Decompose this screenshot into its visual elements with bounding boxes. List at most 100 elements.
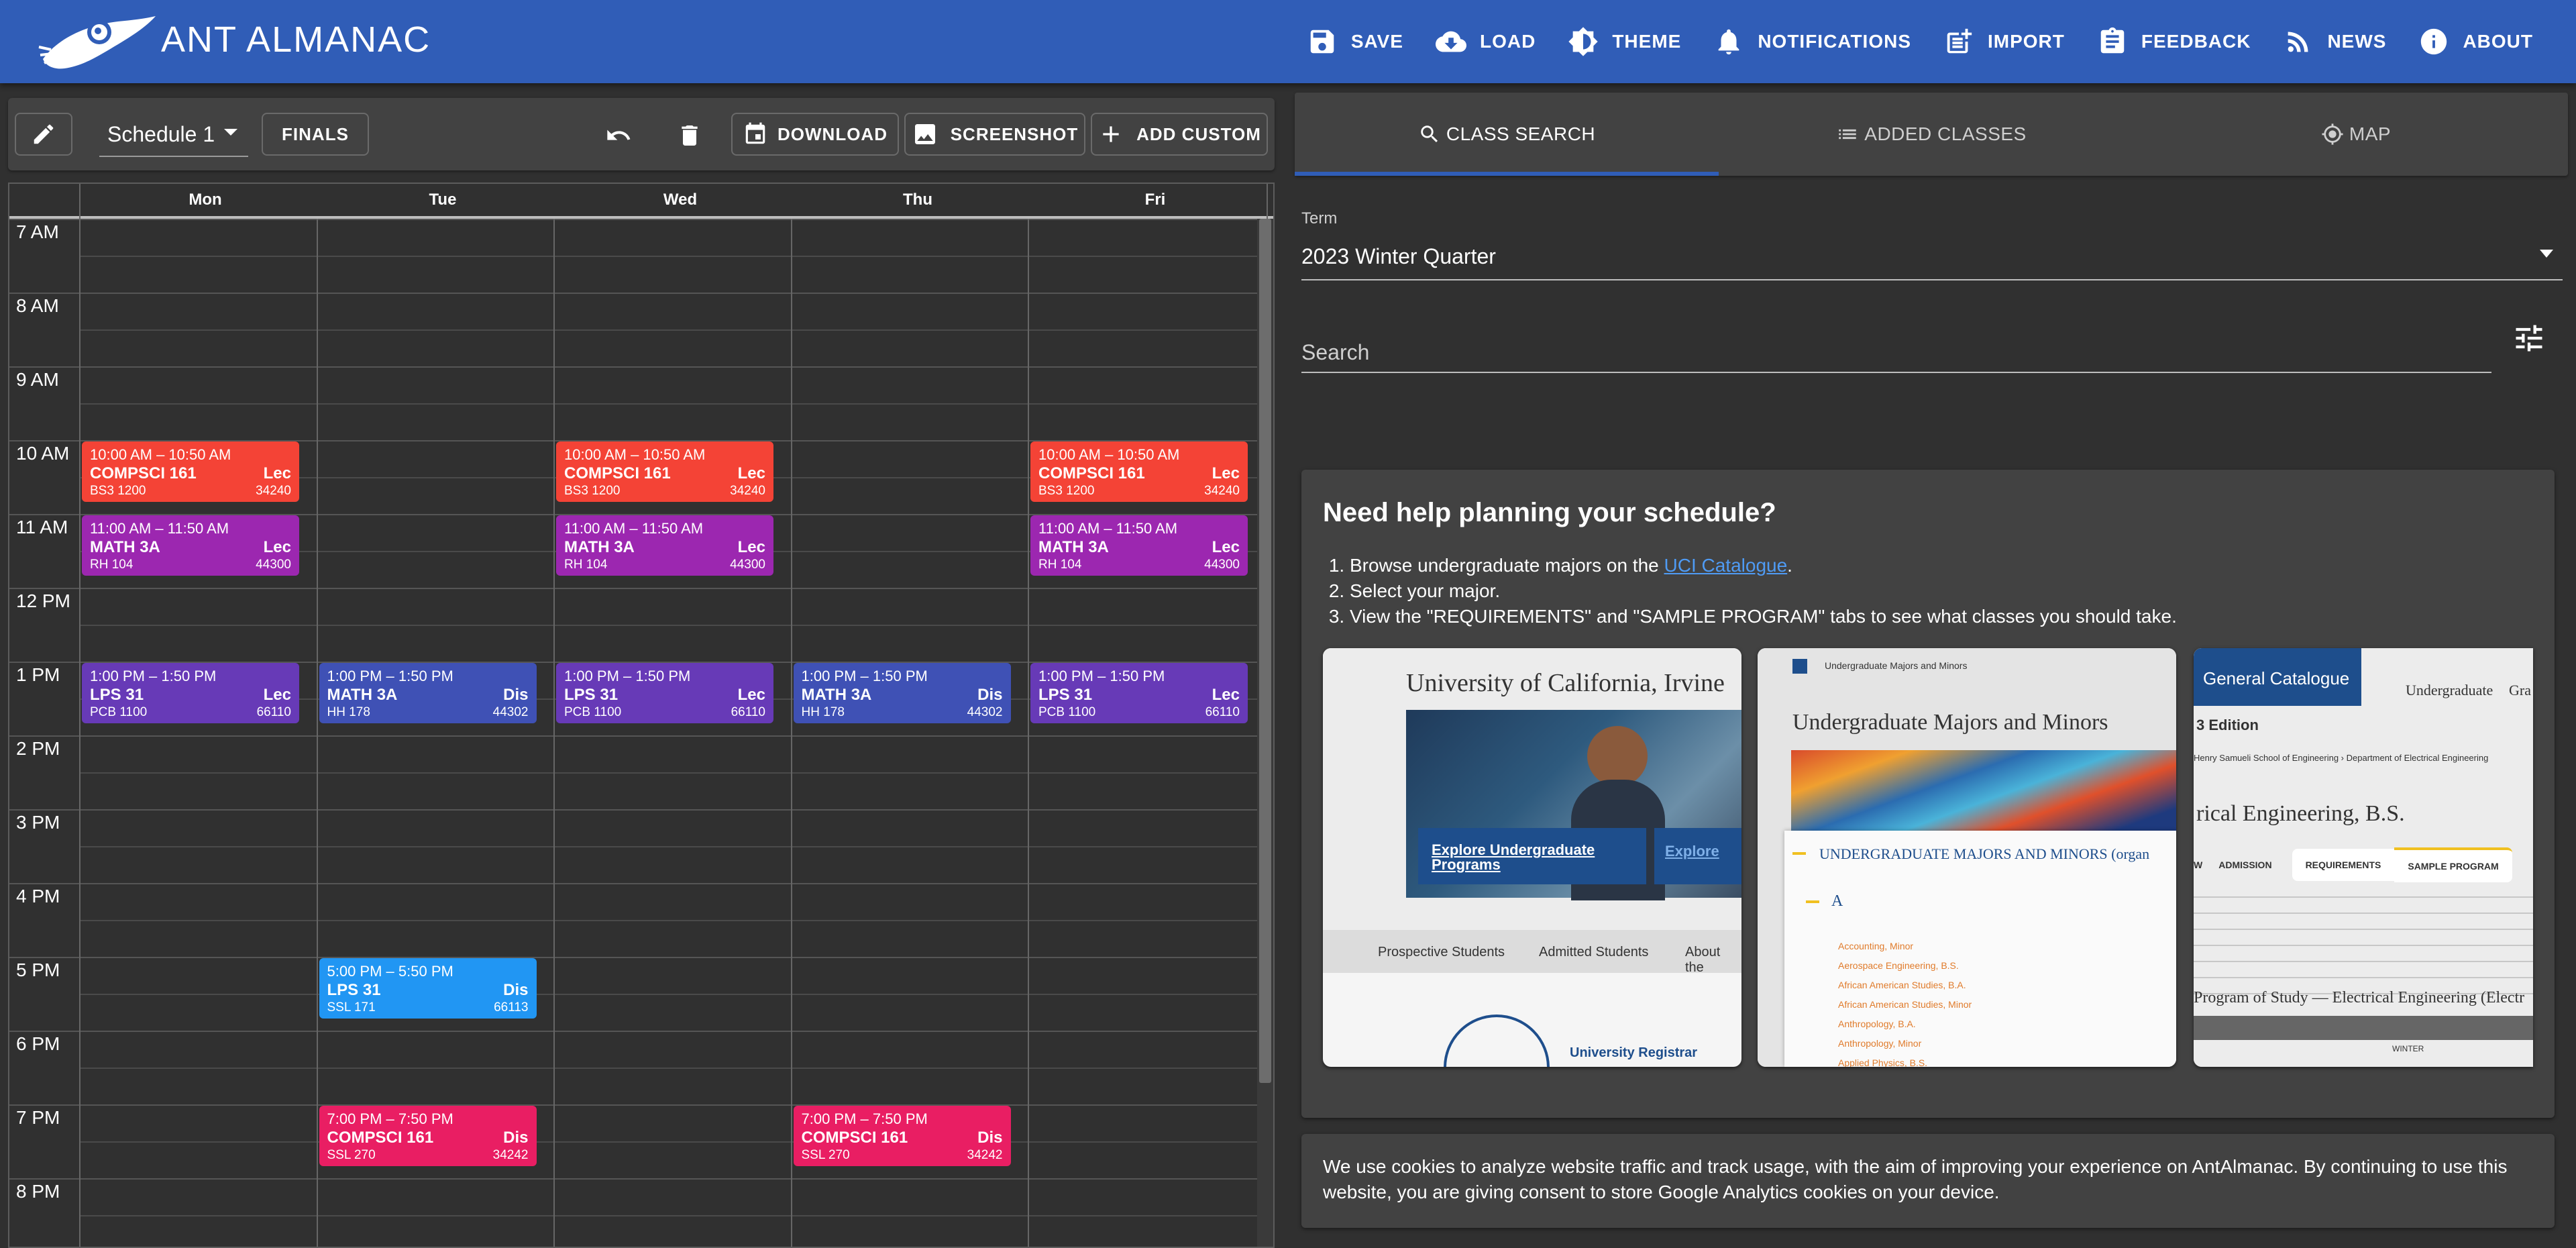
news-button[interactable]: NEWS bbox=[2267, 0, 2402, 83]
course-event[interactable]: 5:00 PM – 5:50 PM LPS 31 Dis SSL 171 66113 bbox=[319, 958, 537, 1019]
day-header-wed: Wed bbox=[663, 191, 698, 209]
shot2-major-list: Accounting, Minor Aerospace Engineering,… bbox=[1838, 937, 1972, 1067]
event-code: 44302 bbox=[967, 705, 1003, 719]
help-step-1-text: Browse undergraduate majors on the bbox=[1350, 555, 1664, 576]
event-time: 1:00 PM – 1:50 PM bbox=[1038, 668, 1165, 684]
event-detail-row: PCB 1100 66110 bbox=[90, 705, 291, 721]
time-label: 5 PM bbox=[16, 959, 60, 980]
screenshot-label: SCREENSHOT bbox=[950, 123, 1079, 144]
uci-catalogue-link[interactable]: UCI Catalogue bbox=[1664, 555, 1788, 576]
course-event[interactable]: 11:00 AM – 11:50 AM MATH 3A Lec RH 104 44300 bbox=[82, 515, 299, 576]
event-title-row: MATH 3A Lec bbox=[1038, 538, 1240, 557]
event-room: PCB 1100 bbox=[90, 705, 148, 719]
event-time: 1:00 PM – 1:50 PM bbox=[90, 668, 217, 684]
course-event[interactable]: 7:00 PM – 7:50 PM COMPSCI 161 Dis SSL 270 34… bbox=[319, 1106, 537, 1166]
shot3-tab: Undergraduate bbox=[2406, 682, 2493, 698]
course-event[interactable]: 1:00 PM – 1:50 PM MATH 3A Dis HH 178 44302 bbox=[793, 663, 1011, 723]
course-event[interactable]: 10:00 AM – 10:50 AM COMPSCI 161 Lec BS3 120… bbox=[556, 441, 773, 502]
event-code: 34242 bbox=[492, 1148, 529, 1162]
tab-added-classes[interactable]: ADDED CLASSES bbox=[1719, 93, 2143, 176]
add-custom-button[interactable]: ADD CUSTOM bbox=[1091, 113, 1268, 156]
course-event[interactable]: 11:00 AM – 11:50 AM MATH 3A Lec RH 104 44300 bbox=[1030, 515, 1248, 576]
event-room: SSL 270 bbox=[327, 1148, 376, 1162]
notifications-button[interactable]: NOTIFICATIONS bbox=[1697, 0, 1927, 83]
event-code: 34240 bbox=[730, 484, 765, 498]
search-input[interactable] bbox=[1301, 333, 2491, 373]
event-code: 34240 bbox=[1204, 484, 1240, 498]
import-button[interactable]: IMPORT bbox=[1927, 0, 2081, 83]
help-step-2: Select your major. bbox=[1350, 578, 2177, 604]
event-room: PCB 1100 bbox=[564, 705, 622, 719]
ant-logo-icon[interactable] bbox=[38, 12, 158, 70]
time-label: 7 PM bbox=[16, 1107, 60, 1128]
event-room: SSL 171 bbox=[327, 1000, 376, 1015]
tab-map[interactable]: MAP bbox=[2144, 93, 2568, 176]
tab-map-label: MAP bbox=[2349, 123, 2392, 144]
undo-button[interactable] bbox=[598, 115, 639, 156]
day-column-divider bbox=[79, 219, 80, 1247]
trash-icon bbox=[682, 125, 698, 146]
course-event[interactable]: 1:00 PM – 1:50 PM MATH 3A Dis HH 178 44302 bbox=[319, 663, 537, 723]
course-event[interactable]: 1:00 PM – 1:50 PM LPS 31 Lec PCB 1100 66110 bbox=[82, 663, 299, 723]
finals-button[interactable]: FINALS bbox=[262, 113, 369, 156]
course-event[interactable]: 1:00 PM – 1:50 PM LPS 31 Lec PCB 1100 66110 bbox=[556, 663, 773, 723]
event-type: Dis bbox=[977, 686, 1003, 704]
term-label: Term bbox=[1301, 209, 1338, 227]
top-nav: SAVE LOAD THEME NOTIFICATIONS IMPORT FEE… bbox=[1291, 0, 2549, 83]
shot2-letter: A bbox=[1831, 892, 1843, 910]
calendar-icon bbox=[745, 122, 765, 144]
shot1-nav-3: About the bbox=[1685, 945, 1721, 975]
list-item: African American Studies, B.A. bbox=[1838, 980, 1966, 990]
event-room: PCB 1100 bbox=[1038, 705, 1096, 719]
notifications-label: NOTIFICATIONS bbox=[1758, 31, 1911, 52]
event-time: 1:00 PM – 1:50 PM bbox=[327, 668, 453, 684]
hour-gridline bbox=[9, 883, 1268, 884]
event-course: COMPSCI 161 bbox=[801, 1129, 908, 1147]
event-course: LPS 31 bbox=[1038, 686, 1093, 704]
event-time: 10:00 AM – 10:50 AM bbox=[564, 446, 706, 463]
save-button[interactable]: SAVE bbox=[1291, 0, 1419, 83]
course-event[interactable]: 10:00 AM – 10:50 AM COMPSCI 161 Lec BS3 120… bbox=[82, 441, 299, 502]
course-event[interactable]: 10:00 AM – 10:50 AM COMPSCI 161 Lec BS3 120… bbox=[1030, 441, 1248, 502]
about-label: ABOUT bbox=[2463, 31, 2533, 52]
tune-icon bbox=[2516, 325, 2542, 352]
term-select[interactable]: 2023 Winter Quarter bbox=[1301, 244, 1496, 269]
clear-schedule-button[interactable] bbox=[669, 115, 710, 156]
download-button[interactable]: DOWNLOAD bbox=[731, 113, 899, 156]
hour-gridline bbox=[9, 1031, 1268, 1032]
event-course: LPS 31 bbox=[564, 686, 619, 704]
event-time: 1:00 PM – 1:50 PM bbox=[564, 668, 691, 684]
add-custom-label: ADD CUSTOM bbox=[1136, 123, 1261, 144]
course-event[interactable]: 1:00 PM – 1:50 PM LPS 31 Lec PCB 1100 66110 bbox=[1030, 663, 1248, 723]
course-event[interactable]: 11:00 AM – 11:50 AM MATH 3A Lec RH 104 44300 bbox=[556, 515, 773, 576]
hour-gridline bbox=[9, 366, 1268, 368]
schedule-select[interactable]: Schedule 1 bbox=[99, 113, 248, 157]
theme-button[interactable]: THEME bbox=[1552, 0, 1697, 83]
event-detail-row: SSL 171 66113 bbox=[327, 1000, 529, 1016]
cookie-notice: We use cookies to analyze website traffi… bbox=[1301, 1134, 2555, 1228]
tab-class-search[interactable]: CLASS SEARCH bbox=[1295, 93, 1719, 176]
term-dropdown-arrow-icon[interactable] bbox=[2540, 250, 2553, 258]
hour-gridline bbox=[9, 957, 1268, 958]
dropdown-arrow-icon bbox=[224, 129, 237, 136]
event-code: 44300 bbox=[256, 558, 291, 572]
catalogue-screenshot-1: University of California, Irvine Explore… bbox=[1323, 648, 1741, 1067]
info-icon bbox=[2421, 28, 2447, 55]
event-time: 10:00 AM – 10:50 AM bbox=[90, 446, 231, 463]
about-button[interactable]: ABOUT bbox=[2402, 0, 2549, 83]
event-code: 44300 bbox=[730, 558, 765, 572]
day-column-divider bbox=[790, 219, 792, 1247]
event-type: Dis bbox=[977, 1129, 1003, 1147]
load-button[interactable]: LOAD bbox=[1419, 0, 1552, 83]
time-label: 7 AM bbox=[16, 221, 59, 242]
course-event[interactable]: 7:00 PM – 7:50 PM COMPSCI 161 Dis SSL 270 34… bbox=[793, 1106, 1011, 1166]
event-title-row: COMPSCI 161 Lec bbox=[90, 464, 291, 483]
advanced-search-button[interactable] bbox=[2512, 321, 2546, 356]
edit-schedule-button[interactable] bbox=[15, 113, 72, 156]
screenshot-button[interactable]: SCREENSHOT bbox=[904, 113, 1085, 156]
event-course: MATH 3A bbox=[1038, 538, 1109, 556]
calendar-scrollbar-thumb[interactable] bbox=[1259, 219, 1271, 1083]
help-steps: Browse undergraduate majors on the UCI C… bbox=[1323, 553, 2177, 629]
app-title[interactable]: ANT ALMANAC bbox=[161, 19, 431, 60]
feedback-button[interactable]: FEEDBACK bbox=[2081, 0, 2267, 83]
